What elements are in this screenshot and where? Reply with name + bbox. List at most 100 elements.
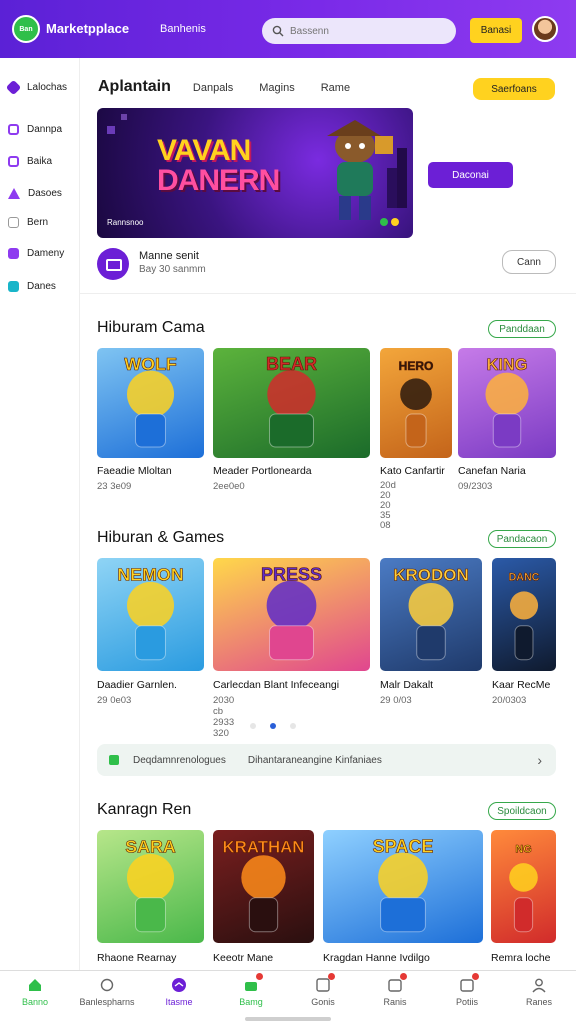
character-body	[269, 413, 314, 448]
search-icon	[272, 25, 284, 37]
banner-caption: Rannsnoo	[107, 218, 144, 227]
banner-action-button[interactable]: Daconai	[428, 162, 513, 188]
promo-text-secondary: Dihantaraneangine Kinfaniaes	[247, 754, 382, 766]
tab-active[interactable]: Aplantain	[98, 78, 171, 96]
square-icon	[8, 281, 19, 292]
tag-icon	[5, 79, 22, 96]
home-indicator[interactable]	[245, 1017, 331, 1021]
header-action-button[interactable]: Banasi	[470, 18, 522, 43]
sidebar: Lalochas Dannpa Baika Dasoes Bern Dameny…	[0, 58, 80, 970]
game-meta: 20d 20 20 35 08	[380, 480, 396, 531]
sidebar-item-0[interactable]: Lalochas	[5, 79, 67, 96]
section-see-all-button[interactable]: Panddaan	[488, 320, 556, 338]
sidebar-item-4[interactable]: Bern	[8, 217, 48, 228]
nav-item-5[interactable]: Ranis	[363, 973, 427, 1007]
game-logo-art: SPACE	[373, 837, 434, 857]
tab-2[interactable]: Magins	[259, 82, 294, 94]
nav-label: Itasme	[165, 997, 193, 1007]
featured-banner[interactable]: VAVAN DANERN Rannsnoo	[97, 108, 413, 238]
sidebar-item-label: Dameny	[27, 248, 65, 259]
character-body	[416, 625, 446, 661]
sidebar-item-6[interactable]: Danes	[8, 281, 56, 292]
home-icon	[27, 977, 43, 993]
game-thumbnail: PRESS	[213, 558, 370, 671]
game-thumbnail: KRATHAN	[213, 830, 314, 943]
publisher-button[interactable]: Cann	[502, 250, 556, 274]
game-meta: 2ee0e0	[213, 481, 245, 492]
game-thumbnail: KING	[458, 348, 556, 458]
nav-label: Bamg	[239, 997, 263, 1007]
character-body	[248, 897, 279, 933]
game-meta: 29 0e03	[97, 695, 132, 706]
tab-1[interactable]: Danpals	[193, 82, 233, 94]
game-thumbnail: DANC	[492, 558, 556, 671]
section-title: Hiburam Cama	[97, 319, 205, 336]
search-input[interactable]	[290, 25, 440, 37]
notification-badge	[472, 973, 479, 980]
notification-badge	[328, 973, 335, 980]
character-head	[267, 370, 316, 419]
top-action-button[interactable]: Saerfoans	[473, 78, 555, 100]
status-dot	[391, 218, 399, 226]
game-thumbnail: SPACE	[323, 830, 483, 943]
carousel-pager[interactable]	[250, 723, 310, 729]
user-avatar[interactable]	[532, 16, 558, 42]
character-body	[380, 897, 426, 933]
section-see-all-button[interactable]: Spoildcaon	[488, 802, 556, 820]
character-head	[509, 591, 539, 620]
chevron-right-icon[interactable]: ›	[537, 752, 542, 768]
nav-label: Banlespharns	[79, 997, 135, 1007]
publisher-name[interactable]: Manne senit	[139, 250, 199, 262]
character-head	[266, 580, 317, 631]
game-thumbnail: NG	[491, 830, 556, 943]
pager-dot[interactable]	[290, 723, 296, 729]
section-see-all-button[interactable]: Pandacaon	[488, 530, 556, 548]
game-artwork: WOLF	[124, 354, 177, 448]
nav-item-4[interactable]: Gonis	[291, 973, 355, 1007]
sidebar-item-1[interactable]: Dannpa	[8, 124, 62, 135]
game-artwork: SPACE	[372, 836, 434, 933]
sidebar-item-2[interactable]: Baika	[8, 156, 52, 167]
game-thumbnail: BEAR	[213, 348, 370, 458]
header-nav-link[interactable]: Banhenis	[160, 23, 206, 35]
nav-item-7[interactable]: Ranes	[507, 977, 571, 1007]
game-artwork: KING	[485, 356, 529, 448]
banner-title: VAVAN DANERN	[157, 136, 280, 196]
game-artwork: HERO	[398, 359, 434, 448]
character-head	[400, 378, 432, 411]
character-body	[513, 897, 534, 933]
character-body	[492, 413, 522, 448]
sidebar-item-5[interactable]: Dameny	[8, 248, 64, 259]
game-artwork: NEMON	[117, 564, 184, 661]
game-logo-art: KING	[487, 356, 528, 374]
game-artwork: BEAR	[266, 354, 317, 448]
nav-item-1[interactable]: Banlespharns	[75, 977, 139, 1007]
nav-item-2[interactable]: Itasme	[147, 977, 211, 1007]
notification-badge	[256, 973, 263, 980]
sidebar-item-3[interactable]: Dasoes	[8, 188, 62, 199]
promo-bar[interactable]: Deqdamnrenologues Dihantaraneangine Kinf…	[97, 744, 556, 776]
app-logo[interactable]: Ban	[12, 15, 40, 43]
game-thumbnail: NEMON	[97, 558, 204, 671]
game-logo-art: HERO	[399, 359, 434, 373]
box-icon	[8, 156, 19, 167]
brand-name[interactable]: Marketpplace	[46, 21, 129, 36]
nav-item-3[interactable]: Bamg	[219, 973, 283, 1007]
publisher-row: Manne senit Bay 30 sanmm Cann	[97, 246, 557, 280]
tab-3[interactable]: Rame	[321, 82, 350, 94]
nav-item-6[interactable]: Potiis	[435, 973, 499, 1007]
game-logo-art: SARA	[125, 837, 176, 857]
sidebar-item-label: Dasoes	[28, 188, 62, 199]
pager-dot[interactable]	[250, 723, 256, 729]
recycle-icon	[99, 977, 115, 993]
game-meta: 2030 cb 2933 320	[213, 695, 235, 739]
bear-character-illustration	[327, 120, 393, 220]
nav-label: Potiis	[455, 997, 478, 1007]
character-head	[126, 370, 175, 418]
game-meta: 29 0/03	[380, 695, 412, 706]
game-title: Rhaone Rearnay	[97, 952, 177, 964]
pager-dot-active[interactable]	[270, 723, 276, 729]
game-logo-art: BEAR	[266, 354, 317, 374]
nav-item-home[interactable]: Banno	[3, 977, 67, 1007]
search-bar[interactable]	[262, 18, 456, 44]
